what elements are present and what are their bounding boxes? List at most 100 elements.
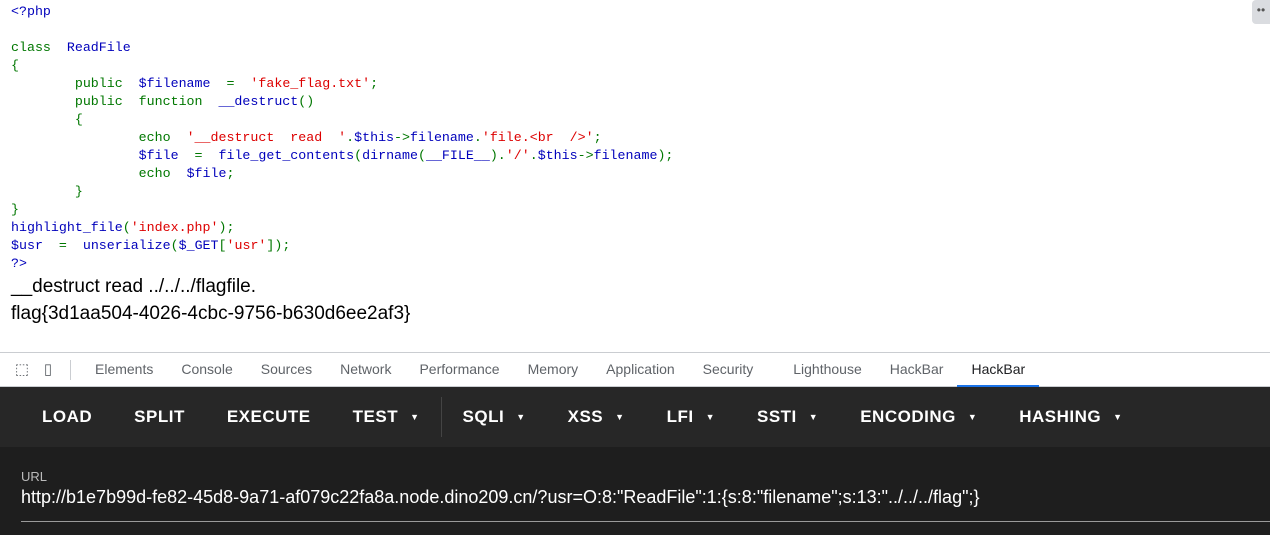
code-line: $usr = unserialize($_GET['usr']); xyxy=(11,237,673,255)
lfi-button[interactable]: LFI ▼ xyxy=(646,407,736,427)
code-token: 'usr' xyxy=(226,238,267,253)
code-token: highlight_file xyxy=(11,220,123,235)
split-button[interactable]: SPLIT xyxy=(113,407,206,427)
code-token: { xyxy=(11,58,19,73)
hackbar-toolbar: LOAD SPLIT EXECUTE TEST ▼ SQLI ▼ XSS ▼ LFI ▼ SSTI ▼ E… xyxy=(0,387,1270,447)
tab-hackbar[interactable]: HackBar xyxy=(957,353,1039,387)
tab-application[interactable]: Application xyxy=(592,353,689,386)
php-source-code: <?php class ReadFile { public $filename =… xyxy=(11,3,673,273)
code-line: echo $file; xyxy=(11,165,673,183)
code-token: filename xyxy=(593,148,658,163)
code-token: <?php xyxy=(11,4,51,19)
caret-down-icon: ▼ xyxy=(615,412,625,422)
code-token: = xyxy=(194,148,219,163)
button-label: EXECUTE xyxy=(226,407,311,426)
hackbar-url-panel: URL http://b1e7b99d-fe82-45d8-9a71-af079… xyxy=(0,447,1270,535)
code-token: echo xyxy=(11,166,187,181)
code-token: { xyxy=(11,112,83,127)
code-line: } xyxy=(11,201,673,219)
code-line: $file = file_get_contents(dirname(__FILE… xyxy=(11,147,674,165)
button-label: XSS xyxy=(567,407,604,426)
execute-button[interactable]: EXECUTE xyxy=(206,407,332,427)
code-line: { xyxy=(11,57,673,75)
code-line: public $filename = 'fake_flag.txt'; xyxy=(11,75,673,93)
code-token: ; xyxy=(593,130,602,145)
button-label: ENCODING xyxy=(860,407,956,426)
hashing-button[interactable]: HASHING ▼ xyxy=(998,407,1143,427)
tab-console[interactable]: Console xyxy=(167,353,246,386)
code-token: ?> xyxy=(11,256,27,271)
code-token: . xyxy=(346,130,355,145)
more-icon[interactable]: •• xyxy=(1252,0,1270,24)
encoding-button[interactable]: ENCODING ▼ xyxy=(839,407,998,427)
code-token: 'file.<br />' xyxy=(481,130,594,145)
code-token: $this xyxy=(354,130,395,145)
code-token: $usr xyxy=(11,238,59,253)
code-token: ]); xyxy=(266,238,291,253)
button-label: TEST xyxy=(352,407,399,426)
code-line: highlight_file('index.php'); xyxy=(11,219,673,237)
url-input[interactable]: http://b1e7b99d-fe82-45d8-9a71-af079c22f… xyxy=(21,487,979,508)
button-label: LFI xyxy=(666,407,694,426)
sqli-button[interactable]: SQLI ▼ xyxy=(442,407,547,427)
code-token: ); xyxy=(218,220,235,235)
code-token: . xyxy=(473,130,482,145)
load-button[interactable]: LOAD xyxy=(0,407,113,427)
devtools-tab-bar: ⬚ ▯ Elements Console Sources Network Perform… xyxy=(0,352,1270,387)
tab-elements[interactable]: Elements xyxy=(81,353,167,386)
caret-down-icon: ▼ xyxy=(1113,412,1123,422)
xss-button[interactable]: XSS ▼ xyxy=(547,407,646,427)
code-token: ). xyxy=(489,148,506,163)
code-token: . xyxy=(529,148,538,163)
code-token: } xyxy=(11,202,19,217)
code-line: <?php xyxy=(11,3,673,21)
tab-performance[interactable]: Performance xyxy=(405,353,513,386)
url-input-underline xyxy=(21,521,1270,522)
url-label: URL xyxy=(21,469,48,484)
code-token: $_GET xyxy=(178,238,219,253)
code-token: file_get_contents xyxy=(218,148,355,163)
divider xyxy=(70,359,71,380)
code-token: ReadFile xyxy=(66,40,131,55)
inspect-element-icon[interactable]: ⬚ xyxy=(12,360,32,380)
test-button[interactable]: TEST ▼ xyxy=(332,407,441,427)
button-label: SPLIT xyxy=(134,407,185,426)
tab-hackbar[interactable]: HackBar xyxy=(876,353,958,386)
code-token: __destruct xyxy=(218,94,299,109)
code-token: public function xyxy=(11,94,219,109)
code-line: public function __destruct() xyxy=(11,93,673,111)
button-label: SQLI xyxy=(462,407,505,426)
code-token: = xyxy=(58,238,83,253)
ssti-button[interactable]: SSTI ▼ xyxy=(736,407,839,427)
code-token: } xyxy=(11,184,83,199)
page-output: __destruct read ../../../flagfile. flag{… xyxy=(11,273,410,327)
tab-sources[interactable]: Sources xyxy=(247,353,326,386)
code-token: $file xyxy=(186,166,227,181)
code-token: ( xyxy=(417,148,426,163)
code-line: echo '__destruct read '.$this->filename.… xyxy=(11,129,673,147)
button-label: SSTI xyxy=(756,407,797,426)
code-token: -> xyxy=(394,130,411,145)
code-token: ( xyxy=(122,220,131,235)
code-token: class xyxy=(11,40,67,55)
code-token: '__destruct read ' xyxy=(186,130,347,145)
caret-down-icon: ▼ xyxy=(967,412,978,422)
code-token: __FILE__ xyxy=(425,148,490,163)
device-toolbar-icon[interactable]: ▯ xyxy=(38,360,58,380)
caret-down-icon: ▼ xyxy=(808,412,819,422)
code-line: ?> xyxy=(11,255,673,273)
code-token: () xyxy=(298,94,315,109)
button-label: LOAD xyxy=(42,407,93,426)
code-token: echo xyxy=(11,130,187,145)
code-token: unserialize xyxy=(82,238,171,253)
tab-memory[interactable]: Memory xyxy=(514,353,593,386)
tab-lighthouse[interactable]: Lighthouse xyxy=(779,353,876,386)
code-token: public xyxy=(11,76,139,91)
tab-security[interactable]: Security xyxy=(689,353,768,386)
code-token: $file xyxy=(11,148,195,163)
code-token: 'fake_flag.txt' xyxy=(250,76,371,91)
tab-network[interactable]: Network xyxy=(326,353,405,386)
code-token: ; xyxy=(370,76,379,91)
output-line-destruct: __destruct read ../../../flagfile. xyxy=(11,276,257,297)
